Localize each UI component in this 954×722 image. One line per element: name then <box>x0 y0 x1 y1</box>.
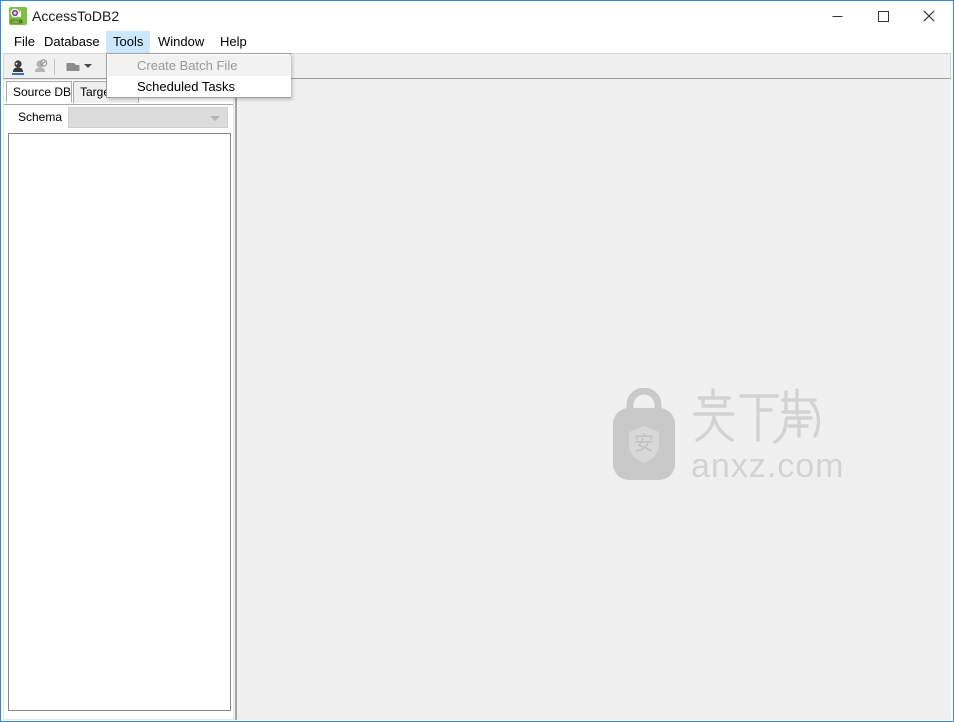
main-content-area[interactable]: 安 anxz.com <box>239 79 951 720</box>
new-object-icon[interactable] <box>64 58 82 76</box>
menu-item-scheduled-tasks[interactable]: Scheduled Tasks <box>108 76 291 97</box>
splitter-bar <box>235 79 237 720</box>
left-pane: Source DB Target DB Schema <box>3 79 234 720</box>
window-title: AccessToDB2 <box>32 8 120 24</box>
tools-dropdown-menu: Create Batch File Scheduled Tasks <box>106 53 291 98</box>
application-window: DB2 AccessToDB2 File Database Tools Wind… <box>0 0 954 722</box>
tab-strip-underline <box>3 104 234 105</box>
watermark-bag-icon: 安 <box>609 387 679 488</box>
object-list[interactable] <box>8 133 231 711</box>
svg-text:DB2: DB2 <box>12 19 21 24</box>
maximize-button[interactable] <box>860 1 906 31</box>
watermark: 安 anxz.com <box>609 384 844 492</box>
menu-database[interactable]: Database <box>37 31 107 53</box>
toolbar-separator <box>54 59 55 75</box>
schema-label: Schema <box>18 110 63 124</box>
schema-select[interactable] <box>68 107 228 128</box>
chevron-down-icon[interactable] <box>84 64 92 68</box>
tab-source-db[interactable]: Source DB <box>6 81 72 103</box>
chevron-down-icon <box>210 116 220 121</box>
minimize-button[interactable] <box>814 1 860 31</box>
connect-source-icon[interactable] <box>9 58 27 76</box>
app-logo-icon: DB2 <box>9 7 27 25</box>
disconnect-icon <box>31 58 49 76</box>
menu-item-create-batch-file: Create Batch File <box>108 55 291 76</box>
title-bar: DB2 AccessToDB2 <box>1 1 953 31</box>
watermark-shield-char: 安 <box>634 432 654 455</box>
watermark-cn-text <box>691 384 826 446</box>
menu-bar: File Database Tools Window Help <box>1 31 953 53</box>
close-button[interactable] <box>906 1 952 31</box>
menu-help[interactable]: Help <box>213 31 254 53</box>
watermark-url-text: anxz.com <box>691 447 845 485</box>
menu-tools[interactable]: Tools <box>106 31 151 53</box>
menu-window[interactable]: Window <box>151 31 211 53</box>
schema-row: Schema <box>3 107 234 129</box>
